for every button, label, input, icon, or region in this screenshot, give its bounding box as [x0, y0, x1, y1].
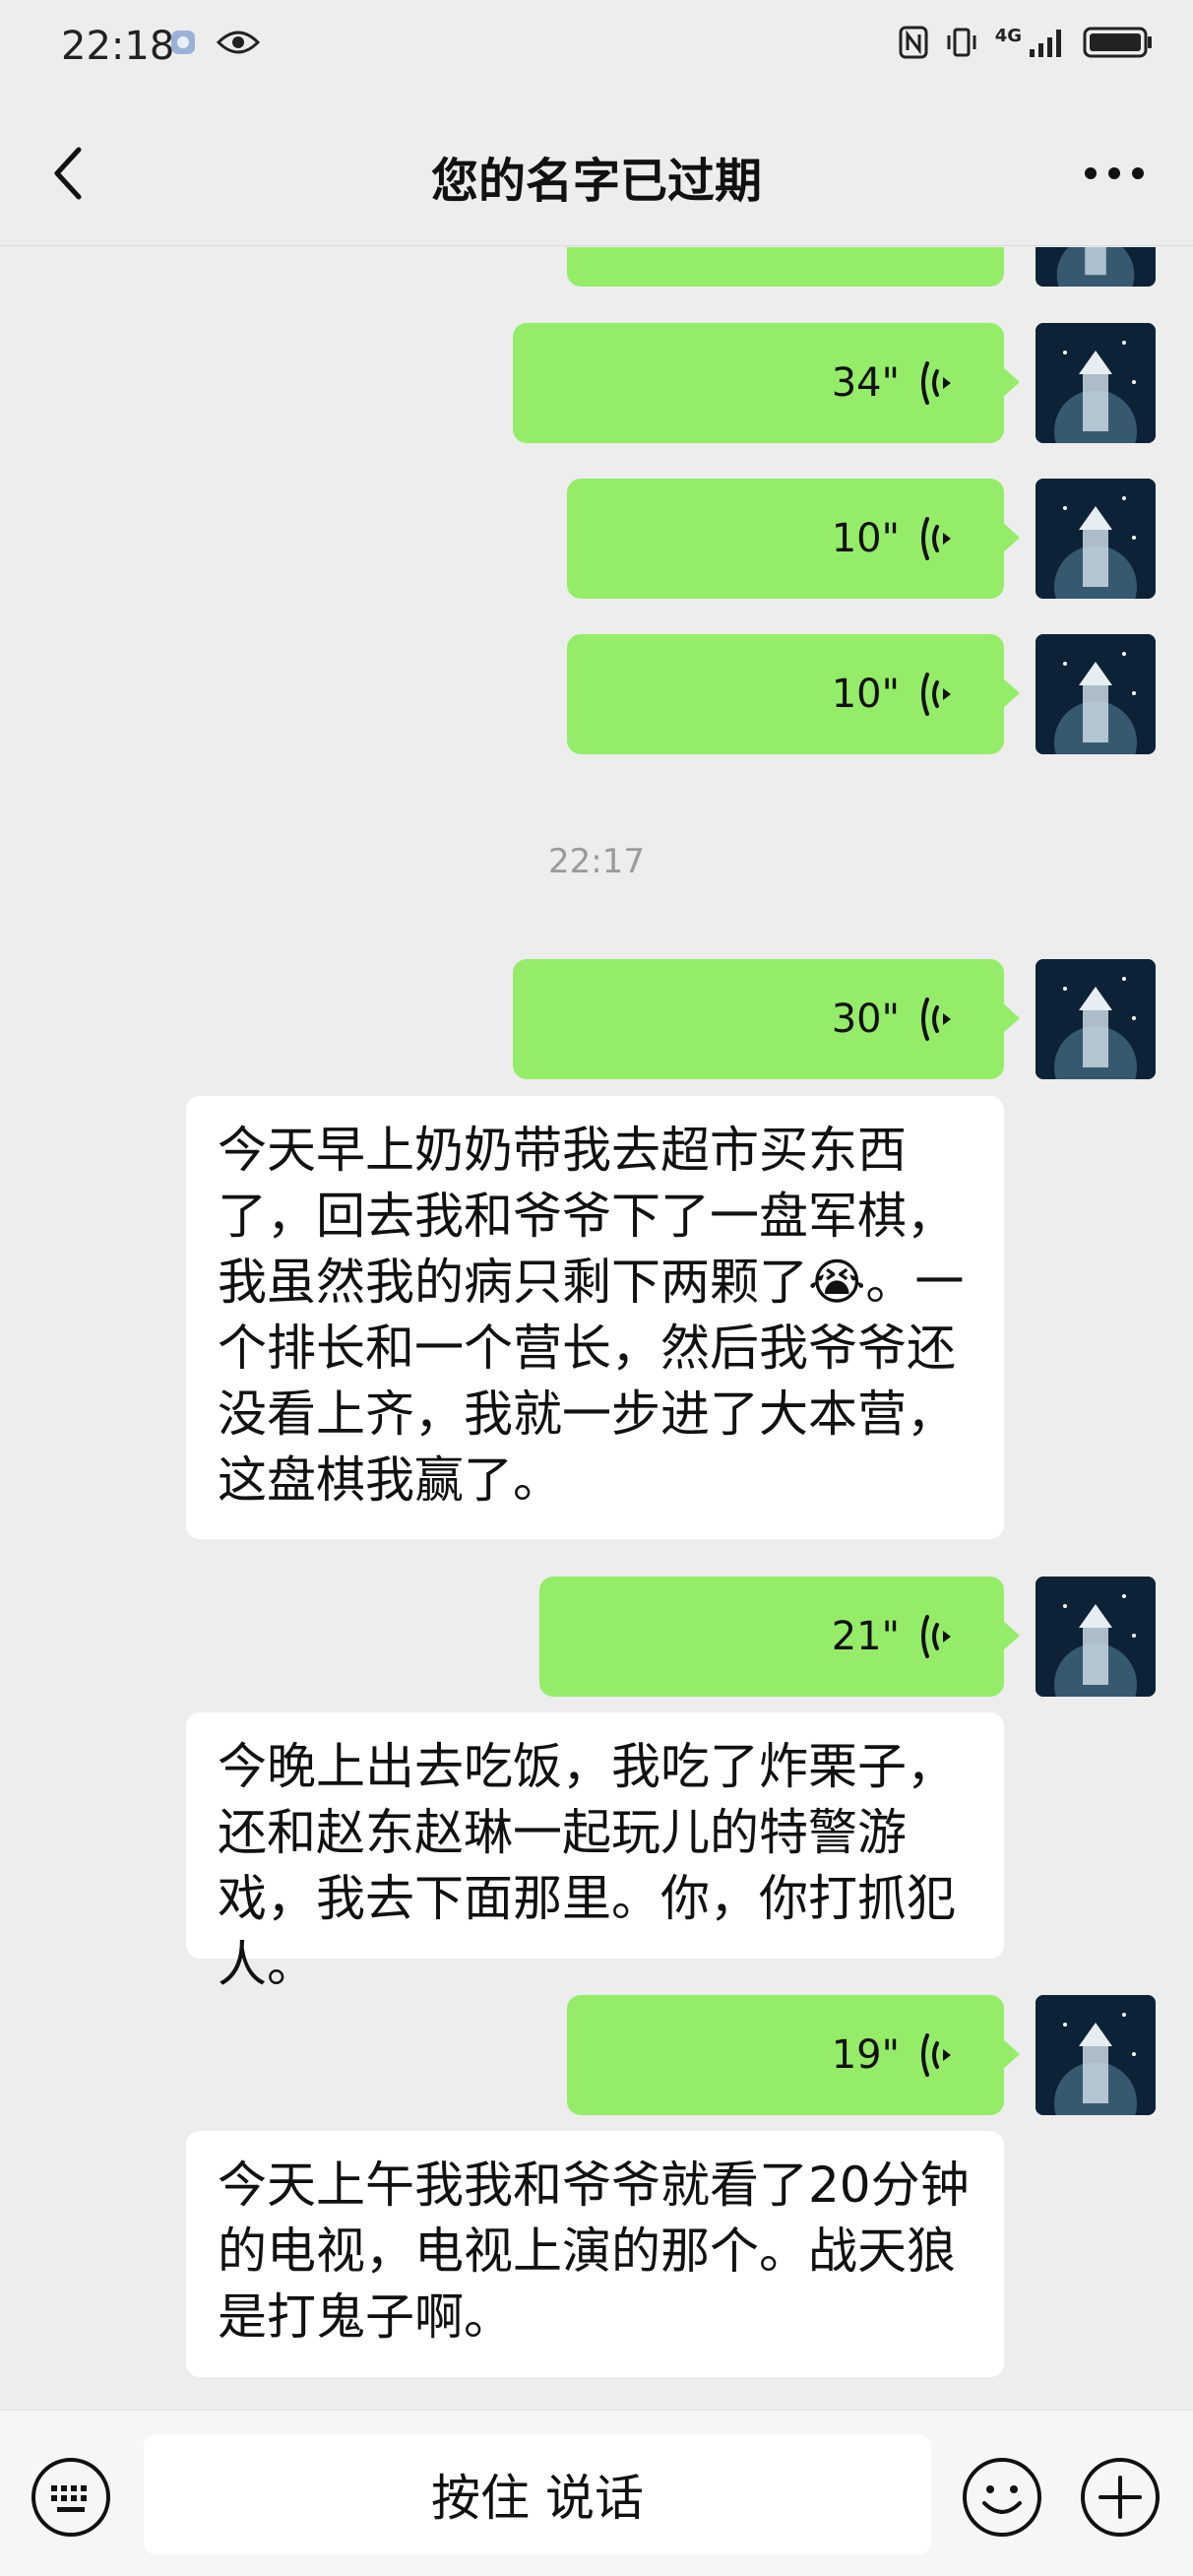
avatar[interactable]	[1036, 1995, 1156, 2115]
voice-transcript[interactable]: 今天上午我我和爷爷就看了20分钟的电视，电视上演的那个。战天狼是打鬼子啊。	[186, 2131, 1004, 2377]
more-icon	[1085, 167, 1144, 179]
status-left-icons	[169, 28, 260, 57]
message-timestamp: 22:17	[548, 842, 645, 881]
battery-icon	[1083, 27, 1152, 58]
voice-duration: 34"	[831, 360, 900, 406]
input-bar: 按住 说话	[0, 2410, 1193, 2576]
voice-bubble[interactable]: 30"	[513, 959, 1020, 1079]
voice-duration: 10"	[831, 516, 900, 561]
avatar[interactable]	[1036, 247, 1156, 287]
voice-duration: 21"	[831, 1614, 900, 1659]
avatar[interactable]	[1036, 1577, 1156, 1697]
emoji-icon	[963, 2458, 1041, 2537]
notification-app-icon	[171, 31, 195, 54]
signal-icon	[1030, 30, 1061, 57]
voice-duration: 10"	[831, 672, 900, 717]
hold-to-talk-button[interactable]: 按住 说话	[144, 2434, 931, 2554]
voice-wave-icon	[921, 1615, 951, 1658]
vibrate-icon	[947, 28, 976, 57]
voice-duration: 19"	[831, 2032, 900, 2078]
voice-bubble-partial[interactable]	[567, 247, 1004, 287]
status-right-icons: 4G	[899, 26, 1154, 59]
eye-icon	[217, 31, 260, 54]
voice-bubble[interactable]: 10"	[567, 479, 1020, 599]
plus-icon	[1081, 2458, 1160, 2537]
voice-transcript[interactable]: 今晚上出去吃饭，我吃了炸栗子，还和赵东赵琳一起玩儿的特警游戏，我去下面那里。你，…	[186, 1712, 1004, 1993]
keyboard-icon	[31, 2458, 110, 2537]
voice-wave-icon	[921, 998, 951, 1041]
network-type: 4G	[994, 25, 1022, 46]
status-bar: 22:18 4G	[0, 0, 1193, 98]
chat-title: 您的名字已过期	[430, 154, 762, 209]
more-functions-button[interactable]	[1079, 2456, 1162, 2539]
avatar[interactable]	[1036, 323, 1156, 443]
voice-bubble[interactable]: 10"	[567, 634, 1020, 754]
more-button[interactable]	[1065, 134, 1163, 213]
status-time: 22:18	[61, 24, 175, 69]
keyboard-toggle-button[interactable]	[30, 2456, 112, 2539]
emoji-button[interactable]	[961, 2456, 1043, 2539]
nfc-icon	[899, 26, 928, 59]
voice-wave-icon	[921, 2033, 951, 2077]
voice-duration: 30"	[831, 997, 900, 1042]
chat-header: 您的名字已过期	[0, 98, 1193, 246]
avatar[interactable]	[1036, 634, 1156, 754]
voice-bubble[interactable]: 19"	[567, 1995, 1020, 2115]
avatar[interactable]	[1036, 479, 1156, 599]
voice-wave-icon	[921, 361, 951, 405]
voice-bubble[interactable]: 21"	[539, 1577, 1020, 1697]
voice-wave-icon	[921, 673, 951, 716]
chat-area[interactable]: 34" 10" 10" 22:17 30" 今天早上奶奶带我去超市买东西了，回去…	[0, 247, 1193, 2410]
voice-wave-icon	[921, 517, 951, 560]
voice-transcript[interactable]: 今天早上奶奶带我去超市买东西了，回去我和爷爷下了一盘军棋，我虽然我的病只剩下两颗…	[186, 1096, 1004, 1539]
avatar[interactable]	[1036, 959, 1156, 1079]
voice-bubble[interactable]: 34"	[513, 323, 1020, 443]
